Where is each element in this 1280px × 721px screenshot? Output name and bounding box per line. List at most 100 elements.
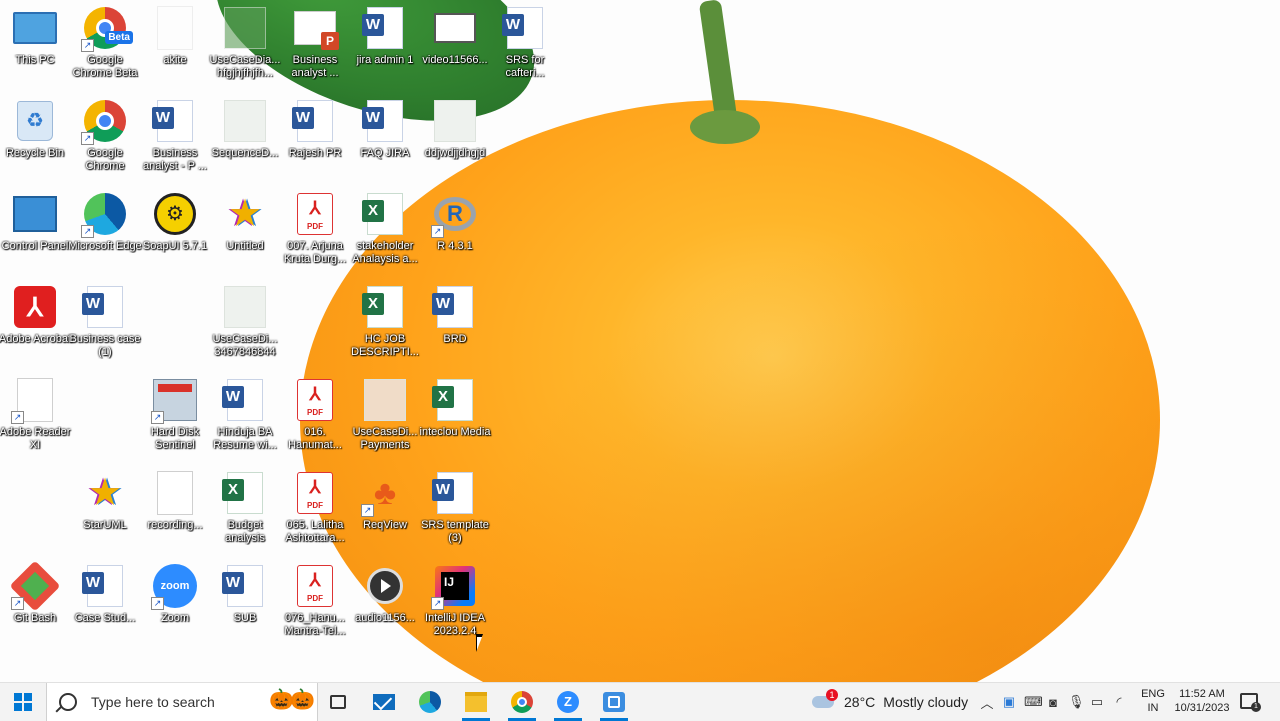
desktop-icon-sequence[interactable]: SequenceD...	[206, 93, 284, 181]
desktop-icon-label: 016. Hanumat...	[288, 426, 342, 451]
desktop-icon-hard-disk-sentinel[interactable]: ↗ Hard Disk Sentinel	[136, 372, 214, 460]
taskbar-search-box[interactable]: Type here to search 🎃🎃	[46, 683, 318, 721]
desktop-icon-faq-jira[interactable]: FAQ JIRA	[346, 93, 424, 181]
desktop-icon-jira-admin[interactable]: jira admin 1	[346, 0, 424, 88]
desktop-icon-usecase-1[interactable]: UseCaseDia... hfgjhjfhjfh...	[206, 0, 284, 88]
word-file-icon	[502, 7, 543, 49]
desktop-icon-recycle-bin[interactable]: ♻ Recycle Bin	[0, 93, 74, 181]
desktop-icon-inteclou-media[interactable]: inteclou Media	[416, 372, 494, 460]
desktop-icon-this-pc[interactable]: This PC	[0, 0, 74, 88]
shortcut-arrow-icon: ↗	[431, 225, 444, 238]
pdf-file-icon: PDF	[297, 379, 333, 421]
pdf-file-icon: PDF	[297, 565, 333, 607]
this-pc-icon	[13, 12, 57, 44]
weather-widget[interactable]: 1 28°C Mostly cloudy	[812, 683, 968, 721]
desktop-icon-label: SRS template (3)	[421, 519, 489, 544]
taskbar-snipping-tool[interactable]	[592, 683, 636, 721]
desktop-icon-business-analyst-ppt[interactable]: Business analyst ...	[276, 0, 354, 88]
word-file-icon	[222, 565, 263, 607]
beta-badge: Beta	[105, 31, 133, 44]
desktop-icon-soapui[interactable]: ⚙ SoapUI 5.7.1	[136, 186, 214, 274]
camera-icon[interactable]: ◙	[1046, 695, 1060, 710]
desktop-icon-label: Zoom	[160, 612, 190, 624]
desktop-icon-srs-cafteria[interactable]: SRS for cafteri...	[486, 0, 564, 88]
desktop-icon-budget-analysis[interactable]: Budget analysis	[206, 465, 284, 553]
snipping-tool-icon	[603, 692, 625, 712]
desktop-icon-label: jira admin 1	[356, 54, 414, 66]
desktop-icon-usecase-payments[interactable]: UseCaseDi... Payments	[346, 372, 424, 460]
desktop-icon-r[interactable]: R ↗ R 4.3.1	[416, 186, 494, 274]
desktop-icon-chrome-beta[interactable]: Beta ↗ Google Chrome Beta	[66, 0, 144, 88]
taskbar-edge[interactable]	[408, 683, 452, 721]
desktop-icon-usecase-2[interactable]: UseCaseDi... 3467846844	[206, 279, 284, 367]
battery-icon[interactable]: ▭	[1090, 694, 1104, 710]
keyboard-icon[interactable]: ⌨	[1024, 694, 1043, 710]
desktop-icon-audio[interactable]: audio1156...	[346, 558, 424, 646]
desktop-icon-srs-template[interactable]: SRS template (3)	[416, 465, 494, 553]
desktop-icon-hc-job[interactable]: HC JOB DESCRIPTI...	[346, 279, 424, 367]
desktop-icon-label: 007. Arjuna Kruta Durg...	[283, 240, 347, 265]
desktop-icon-adobe-reader[interactable]: ↗ Adobe Reader XI	[0, 372, 74, 460]
chevron-up-icon[interactable]: ︿	[980, 693, 994, 712]
desktop-icon-git-bash[interactable]: ↗ Git Bash	[0, 558, 74, 646]
desktop-icon-adobe-acrobat[interactable]: ⅄ Adobe Acrobat	[0, 279, 74, 367]
folder-icon	[465, 692, 487, 712]
zoom-icon: Z	[557, 691, 579, 713]
desktop-icon-ddjwdjjdhgjd[interactable]: ddjwdjjdhgjd	[416, 93, 494, 181]
desktop-icon-label: Recycle Bin	[5, 147, 65, 159]
desktop-icon-lalitha-pdf[interactable]: PDF 065. Lalitha Ashtottara...	[276, 465, 354, 553]
language-indicator[interactable]: ENG IN	[1140, 687, 1166, 715]
desktop-icon-edge[interactable]: ↗ Microsoft Edge	[66, 186, 144, 274]
wifi-icon[interactable]: ◜	[1112, 694, 1126, 710]
desktop-icon-recording[interactable]: recording...	[136, 465, 214, 553]
desktop-icon-label: Git Bash	[13, 612, 57, 624]
clock[interactable]: 11:52 AM 10/31/2023	[1168, 687, 1236, 715]
desktop-icon-brd[interactable]: BRD	[416, 279, 494, 367]
clock-time: 11:52 AM	[1179, 688, 1225, 700]
tray-app-icon[interactable]: ▣	[1002, 694, 1016, 710]
desktop-icon-staruml[interactable]: ★ StarUML	[66, 465, 144, 553]
windows-logo-icon	[14, 693, 32, 711]
soapui-icon: ⚙	[154, 193, 196, 235]
desktop[interactable]: This PC Beta ↗ Google Chrome Beta akite U…	[0, 0, 1280, 682]
edge-icon	[419, 691, 441, 713]
shortcut-arrow-icon: ↗	[11, 597, 24, 610]
desktop-icon-hanu-mantra-pdf[interactable]: PDF 076_Hanu... Mantra-Tel...	[276, 558, 354, 646]
desktop-icon-zoom[interactable]: zoom ↗ Zoom	[136, 558, 214, 646]
desktop-icon-hinduja-resume[interactable]: Hinduja BA Resume wi...	[206, 372, 284, 460]
desktop-icon-label: video11566...	[422, 54, 488, 66]
taskbar-zoom[interactable]: Z	[546, 683, 590, 721]
desktop-icon-business-case[interactable]: Business case (1)	[66, 279, 144, 367]
microphone-icon[interactable]: 🎙	[1068, 694, 1085, 710]
desktop-icon-sub[interactable]: SUB	[206, 558, 284, 646]
desktop-icon-reqview[interactable]: ♣ ↗ ReqView	[346, 465, 424, 553]
taskbar-file-explorer[interactable]	[454, 683, 498, 721]
desktop-icon-video[interactable]: video11566...	[416, 0, 494, 88]
desktop-icon-akite[interactable]: akite	[136, 0, 214, 88]
pdf-file-icon: PDF	[297, 193, 333, 235]
taskbar: Type here to search 🎃🎃 Z 1 28°C Mostly c…	[0, 682, 1280, 721]
desktop-icon-chrome[interactable]: ↗ Google Chrome	[66, 93, 144, 181]
notification-count-badge: 1	[1251, 702, 1261, 712]
desktop-icon-stakeholder[interactable]: stakeholder Analaysis a...	[346, 186, 424, 274]
desktop-icon-intellij[interactable]: ↗ IntelliJ IDEA 2023.2.4	[416, 558, 494, 646]
desktop-icon-business-analyst-doc[interactable]: Business analyst - P ...	[136, 93, 214, 181]
task-view-button[interactable]	[316, 683, 360, 721]
desktop-icon-label: UseCaseDi... 3467846844	[212, 333, 278, 358]
excel-file-icon	[362, 286, 403, 328]
control-panel-icon	[13, 196, 57, 232]
desktop-icon-case-study[interactable]: Case Stud...	[66, 558, 144, 646]
desktop-icon-arjuna-pdf[interactable]: PDF 007. Arjuna Kruta Durg...	[276, 186, 354, 274]
desktop-icon-rajesh-pr[interactable]: Rajesh PR	[276, 93, 354, 181]
language-region: IN	[1147, 702, 1159, 714]
taskbar-chrome[interactable]	[500, 683, 544, 721]
desktop-icon-label: ddjwdjjdhgjd	[424, 147, 486, 159]
desktop-icon-control-panel[interactable]: Control Panel	[0, 186, 74, 274]
desktop-icon-untitled[interactable]: ★ Untitled	[206, 186, 284, 274]
desktop-icon-hanumat-pdf[interactable]: PDF 016. Hanumat...	[276, 372, 354, 460]
start-button[interactable]	[0, 683, 46, 721]
desktop-icon-label: Business analyst ...	[291, 54, 339, 79]
weather-temp: 28°C	[844, 694, 876, 710]
taskbar-mail[interactable]	[362, 683, 406, 721]
word-file-icon	[222, 379, 263, 421]
